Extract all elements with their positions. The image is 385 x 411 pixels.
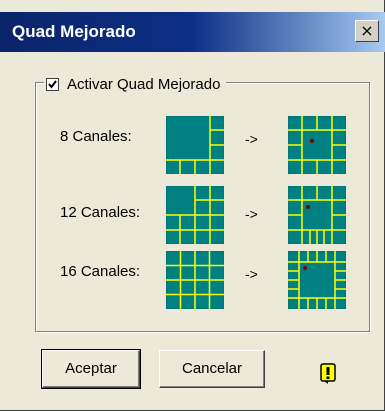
enable-checkbox-label: Activar Quad Mejorado (67, 75, 221, 93)
row-label-8: 8 Canales: (60, 128, 132, 145)
enable-checkbox-row[interactable]: Activar Quad Mejorado (44, 74, 227, 94)
arrow-8: -> (245, 131, 258, 147)
layout-12-before-icon (166, 186, 224, 244)
marker-dot (306, 205, 310, 209)
warning-icon[interactable] (320, 363, 336, 385)
marker-dot (303, 266, 307, 270)
enable-checkbox[interactable] (46, 77, 59, 91)
cancel-button[interactable]: Cancelar (159, 350, 265, 388)
window-title: Quad Mejorado (12, 22, 136, 41)
layout-12-after-icon (288, 186, 346, 244)
close-icon: × (360, 21, 374, 40)
arrow-12: -> (245, 206, 258, 222)
marker-dot (310, 139, 314, 143)
row-label-16: 16 Canales: (60, 263, 141, 280)
layout-8-before-icon (166, 116, 224, 174)
title-bar[interactable]: Quad Mejorado (0, 12, 385, 52)
quad-dialog: Quad Mejorado × Activar Quad Mejorado 8 … (0, 0, 385, 411)
check-icon (48, 79, 57, 89)
arrow-16: -> (245, 266, 258, 282)
row-label-12: 12 Canales: (60, 204, 141, 221)
ok-button[interactable]: Aceptar (41, 349, 141, 389)
close-button[interactable]: × (355, 20, 379, 42)
layout-8-after-icon (288, 116, 346, 174)
layout-16-before-icon (166, 251, 224, 309)
layout-16-after-icon (288, 251, 346, 309)
